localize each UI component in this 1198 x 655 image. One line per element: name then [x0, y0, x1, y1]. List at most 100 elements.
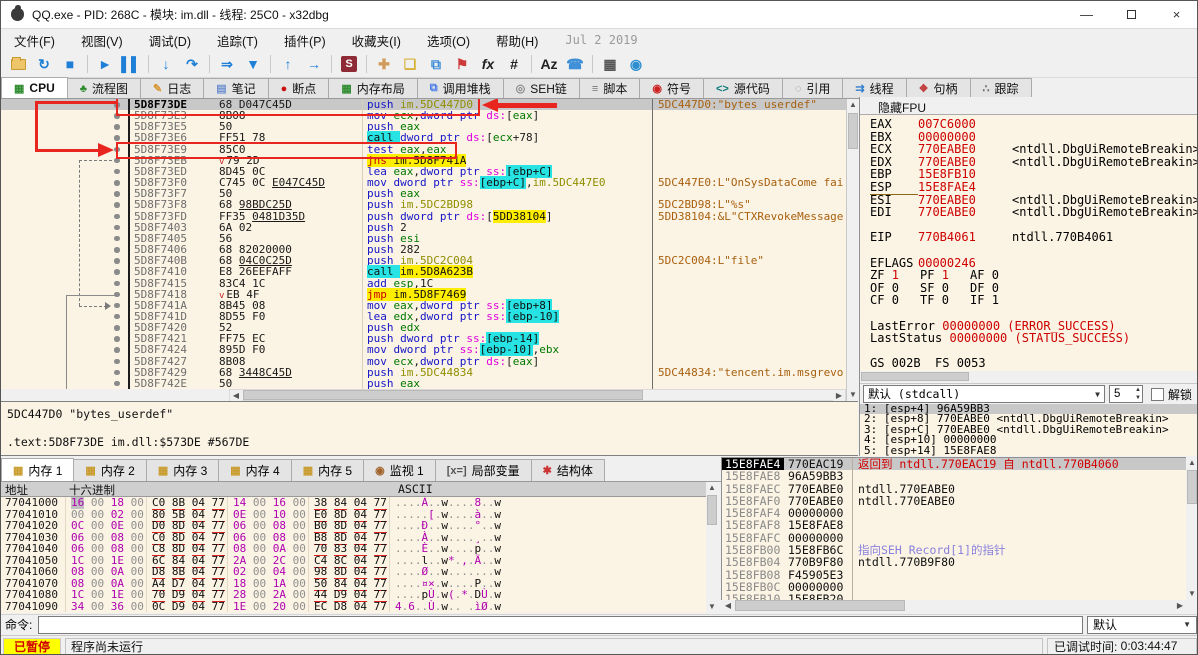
breakpoint-dot-icon[interactable] [114, 191, 120, 197]
breakpoint-dot-icon[interactable] [114, 313, 120, 320]
scroll-thumb[interactable] [1187, 470, 1197, 504]
tab-threads[interactable]: ⇉ 线程 [842, 78, 907, 98]
breakpoint-gutter[interactable] [1, 377, 130, 389]
scroll-down-icon[interactable]: ▼ [1186, 588, 1197, 600]
breakpoint-gutter[interactable] [1, 266, 130, 278]
menu-item-0[interactable]: 文件(F) [1, 29, 68, 52]
breakpoint-gutter[interactable] [1, 277, 130, 289]
calculator-icon[interactable]: ▦ [598, 53, 622, 75]
maximize-button[interactable] [1109, 1, 1154, 28]
breakpoint-gutter[interactable] [1, 121, 130, 133]
step-out-icon[interactable]: ↑ [276, 53, 300, 75]
scroll-left-icon[interactable]: ◀ [722, 600, 734, 612]
scroll-thumb[interactable] [861, 372, 969, 381]
menu-item-2[interactable]: 调试(D) [136, 29, 204, 52]
open-file-icon[interactable] [6, 53, 30, 75]
stack-row[interactable]: 15E8FAF8 15E8FAE8 [722, 519, 1186, 532]
scroll-down-icon[interactable]: ▼ [706, 601, 718, 613]
tab-breakpoints[interactable]: ● 断点 [267, 78, 330, 98]
scroll-up-icon[interactable]: ▲ [847, 99, 859, 111]
breakpoint-dot-icon[interactable] [114, 336, 120, 342]
command-input[interactable] [38, 615, 1083, 634]
execute-till-return-icon[interactable]: ▼ [241, 53, 265, 75]
comments-icon[interactable]: ❏ [398, 53, 422, 75]
breakpoint-gutter[interactable] [1, 322, 130, 334]
breakpoint-dot-icon[interactable] [114, 235, 120, 242]
disasm-row[interactable]: 5D8F742E 50 push eax [1, 378, 846, 389]
disasm-row[interactable]: 5D8F741D 8D55 F0 lea edx,dword ptr ss:[ebp… [1, 309, 846, 323]
unlock-checkbox[interactable] [1150, 387, 1164, 401]
restart-icon[interactable]: ↻ [32, 53, 56, 75]
tab-watch-5[interactable]: ◉ 监视 1 [363, 459, 436, 481]
breakpoint-gutter[interactable] [1, 255, 130, 267]
breakpoint-gutter[interactable] [1, 110, 130, 122]
website-icon[interactable]: ◉ [624, 53, 648, 75]
disasm-row[interactable]: 5D8F7405 56 push esi [1, 233, 846, 244]
register-value[interactable]: 770B4061 [918, 230, 976, 244]
disasm-row[interactable]: 5D8F7403 6A 02 push 2 [1, 221, 846, 233]
disasm-row[interactable]: 5D8F7415 83C4 1C add esp,1C [1, 277, 846, 289]
stack-vscrollbar[interactable]: ▲ ▼ [1186, 457, 1197, 600]
register-row[interactable]: GS 002B FS 0053 [870, 357, 1197, 370]
minimize-button[interactable]: — [1064, 1, 1109, 28]
dump-row[interactable]: 77041060 08 00 0A 00 D8 8B 04 77 02 00 04 0… [1, 565, 719, 579]
stack-arg-row[interactable]: 5: [esp+14] 15E8FAE8 [860, 444, 1197, 456]
breakpoint-dot-icon[interactable] [114, 224, 120, 231]
breakpoint-gutter[interactable] [1, 132, 130, 144]
menu-item-1[interactable]: 视图(V) [68, 29, 136, 52]
breakpoint-dot-icon[interactable] [114, 358, 120, 365]
breakpoint-gutter[interactable] [1, 232, 130, 245]
tab-handles[interactable]: ❖ 句柄 [905, 78, 971, 98]
tab-log[interactable]: ✎ 日志 [139, 78, 205, 98]
scroll-thumb[interactable] [848, 113, 858, 149]
calling-convention-select[interactable]: 默认 (stdcall) ▼ [863, 385, 1105, 403]
breakpoint-gutter[interactable] [1, 199, 130, 211]
tab-dump-3[interactable]: ▦ 内存 4 [218, 459, 292, 481]
breakpoint-dot-icon[interactable] [114, 135, 120, 141]
breakpoint-dot-icon[interactable] [114, 213, 120, 220]
stack-panel[interactable]: 15E8FAE4 770EAC19 返回到 ntdll.770EAC19 自 ntd… [721, 457, 1186, 600]
breakpoint-dot-icon[interactable] [114, 180, 120, 186]
breakpoint-dot-icon[interactable] [114, 258, 120, 264]
menu-item-4[interactable]: 插件(P) [271, 29, 339, 52]
bookmarks-icon[interactable]: ⚑ [450, 53, 474, 75]
spinner-arrows-icon[interactable]: ▲ ▼ [1135, 386, 1141, 402]
functions-icon[interactable]: fx [476, 53, 500, 75]
scroll-thumb[interactable] [243, 390, 643, 400]
scroll-down-icon[interactable]: ▼ [847, 389, 859, 401]
tab-dump-2[interactable]: ▦ 内存 3 [145, 459, 220, 481]
breakpoint-gutter[interactable] [1, 310, 130, 323]
menu-item-7[interactable]: 帮助(H) [483, 29, 551, 52]
tab-struct-7[interactable]: ✱ 结构体 [530, 459, 605, 481]
registers-hscrollbar[interactable] [860, 371, 1197, 383]
stop-icon[interactable]: ■ [58, 53, 82, 75]
run-to-selection-icon[interactable]: ⇒ [215, 53, 239, 75]
tab-references[interactable]: ◌ 引用 [781, 78, 844, 98]
breakpoint-gutter[interactable] [1, 165, 130, 178]
tab-seh-chain[interactable]: ◎ SEH链 [502, 78, 580, 98]
memory-dump-panel[interactable]: 地址 十六进制 ASCII 77041000 16 00 18 00 C0 8B 0… [1, 482, 719, 613]
disasm-row[interactable]: 5D8F73F0 C745 0C E047C45D mov dword ptr ss… [1, 176, 846, 190]
breakpoint-gutter[interactable] [1, 188, 130, 200]
breakpoint-dot-icon[interactable] [114, 380, 120, 387]
scroll-right-icon[interactable]: ▶ [1174, 600, 1186, 612]
dump-row[interactable]: 77041090 34 00 36 00 0C D9 04 77 1E 00 20 0… [1, 599, 719, 613]
stack-args-list[interactable]: 1: [esp+4] 96A59BB3 2: [esp+8] 770EABE0 <… [860, 404, 1197, 456]
disasm-hscrollbar[interactable]: ◀ ▶ [229, 389, 846, 402]
breakpoint-dot-icon[interactable] [114, 269, 120, 275]
register-value[interactable]: 770EABE0 [918, 205, 976, 219]
breakpoint-dot-icon[interactable] [114, 291, 120, 298]
breakpoint-gutter[interactable] [1, 366, 130, 378]
labels-icon[interactable]: ⧉ [424, 53, 448, 75]
run-icon[interactable]: ► [93, 53, 117, 75]
dump-row[interactable]: 77041040 06 00 08 00 C8 8D 04 77 08 00 0A 0… [1, 542, 719, 556]
scroll-up-icon[interactable]: ▲ [706, 482, 718, 494]
tab-symbols[interactable]: ◉ 符号 [639, 78, 704, 98]
breakpoint-gutter[interactable] [1, 177, 130, 189]
menu-item-6[interactable]: 选项(O) [414, 29, 483, 52]
breakpoint-dot-icon[interactable] [114, 168, 120, 175]
flag-tf[interactable]: TF 0 [920, 294, 970, 307]
pause-icon[interactable]: ▌▌ [119, 53, 143, 75]
stack-row[interactable]: 15E8FB04 770B9F80 ntdll.770B9F80 [722, 556, 1186, 569]
dump-row[interactable]: 77041020 0C 00 0E 00 D0 8D 04 77 06 00 08 0… [1, 519, 719, 533]
